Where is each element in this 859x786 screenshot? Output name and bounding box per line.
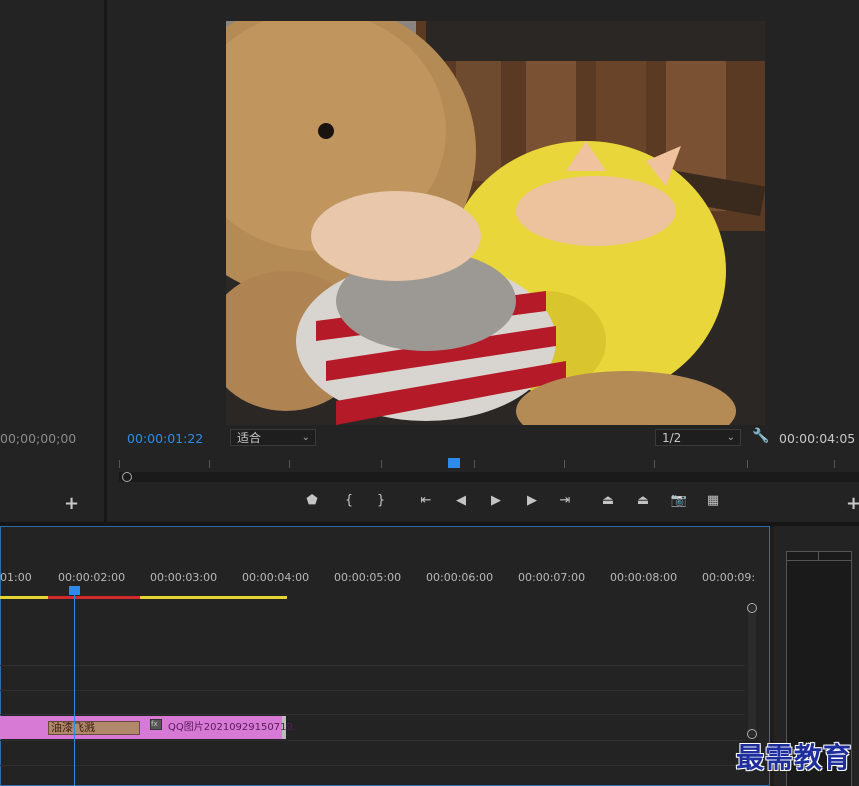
wrench-icon[interactable]: 🔧 bbox=[752, 428, 769, 444]
audio-meter-header bbox=[786, 551, 852, 561]
ruler-label: 00:00:07:00 bbox=[518, 571, 586, 584]
timeline-playhead[interactable] bbox=[69, 586, 80, 595]
work-area-bar[interactable] bbox=[140, 596, 287, 599]
track-divider bbox=[0, 740, 745, 741]
zoom-fit-value: 适合 bbox=[237, 431, 262, 445]
track-divider bbox=[0, 690, 745, 691]
track-divider bbox=[0, 765, 745, 766]
clip-name-label: QQ图片20210929150719. bbox=[168, 722, 296, 733]
program-playhead[interactable] bbox=[448, 458, 460, 468]
scroll-handle-top[interactable] bbox=[747, 603, 757, 613]
step-forward-button[interactable]: ▶ bbox=[521, 491, 543, 511]
watermark-text: 最需教育 bbox=[736, 741, 853, 774]
play-button[interactable]: ▶ bbox=[485, 491, 507, 511]
step-back-button[interactable]: ◀ bbox=[450, 491, 472, 511]
ruler-label: 00:00:08:00 bbox=[610, 571, 678, 584]
ruler-label: 00:00:02:00 bbox=[58, 571, 126, 584]
playback-resolution-value: 1/2 bbox=[662, 431, 682, 445]
duration-timecode: 00:00:04:05 bbox=[779, 431, 856, 446]
current-timecode[interactable]: 00:00:01:22 bbox=[127, 431, 203, 446]
ruler-label: 00:00:06:00 bbox=[426, 571, 494, 584]
playback-resolution-dropdown[interactable]: 1/2 ⌄ bbox=[655, 429, 741, 446]
program-add-button[interactable]: + bbox=[846, 493, 859, 514]
extract-button[interactable]: ⏏ bbox=[632, 491, 654, 511]
track-divider bbox=[0, 714, 745, 715]
source-add-button[interactable]: + bbox=[64, 493, 79, 514]
chevron-down-icon: ⌄ bbox=[301, 432, 310, 443]
program-video-frame[interactable] bbox=[226, 21, 765, 425]
camera-icon[interactable]: 📷 bbox=[668, 491, 690, 511]
timeline-vertical-scrollbar[interactable] bbox=[748, 606, 756, 736]
ruler-label: 00:00:04:00 bbox=[242, 571, 310, 584]
add-marker-button[interactable]: ⬟ bbox=[301, 491, 323, 511]
chevron-down-icon: ⌄ bbox=[726, 432, 735, 443]
fx-badge-icon: fx bbox=[150, 719, 162, 730]
mark-out-button[interactable]: } bbox=[370, 491, 392, 511]
timeline-playhead-line[interactable] bbox=[74, 590, 75, 786]
program-time-ruler[interactable] bbox=[119, 456, 859, 470]
lift-button[interactable]: ⏏ bbox=[597, 491, 619, 511]
render-bar-red bbox=[48, 596, 140, 599]
zoom-fit-dropdown[interactable]: 适合 ⌄ bbox=[230, 429, 316, 446]
ruler-label: 00:00:03:00 bbox=[150, 571, 218, 584]
go-to-out-button[interactable]: ⇥ bbox=[554, 491, 576, 511]
video-frame-image bbox=[226, 21, 765, 425]
ruler-label: 01:00 bbox=[0, 571, 32, 584]
transition-clip[interactable]: 油漆飞溅 bbox=[48, 721, 140, 735]
go-to-in-button[interactable]: ⇤ bbox=[415, 491, 437, 511]
scroll-handle[interactable] bbox=[122, 472, 132, 482]
mark-in-button[interactable]: { bbox=[338, 491, 360, 511]
ruler-label: 00:00:05:00 bbox=[334, 571, 402, 584]
ruler-label: 00:00:09: bbox=[702, 571, 756, 584]
audio-meter-divider bbox=[818, 551, 819, 561]
source-timecode[interactable]: 00;00;00;00 bbox=[0, 431, 76, 446]
timeline-panel bbox=[0, 526, 770, 786]
track-divider bbox=[0, 665, 745, 666]
program-scroll-bar[interactable] bbox=[119, 472, 859, 482]
work-area-bar[interactable] bbox=[0, 596, 48, 599]
button-editor-icon[interactable]: ▦ bbox=[702, 491, 724, 511]
